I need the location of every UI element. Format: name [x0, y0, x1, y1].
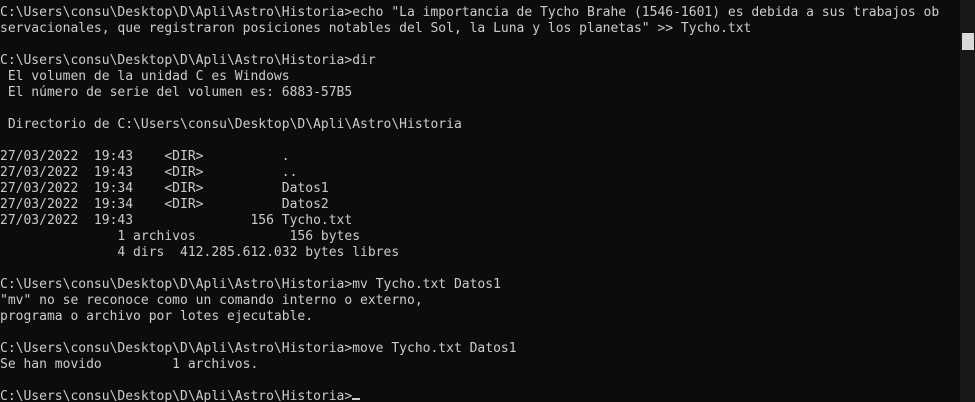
terminal-line: C:\Users\consu\Desktop\D\Apli\Astro\Hist… — [0, 5, 940, 20]
terminal-line: Directorio de C:\Users\consu\Desktop\D\A… — [0, 117, 462, 132]
terminal-line: programa o archivo por lotes ejecutable. — [0, 309, 314, 324]
terminal-line: servacionales, que registraron posicione… — [0, 21, 752, 36]
terminal-line: 27/03/2022 19:43 <DIR> .. — [0, 165, 298, 180]
terminal-line: 27/03/2022 19:34 <DIR> Datos1 — [0, 181, 329, 196]
terminal-line: "mv" no se reconoce como un comando inte… — [0, 293, 423, 308]
terminal-line: El volumen de la unidad C es Windows — [0, 69, 290, 84]
prompt-line[interactable]: C:\Users\consu\Desktop\D\Apli\Astro\Hist… — [0, 389, 960, 402]
vertical-scrollbar[interactable] — [960, 0, 975, 402]
text-cursor — [352, 398, 361, 400]
terminal-line: 1 archivos 156 bytes — [0, 229, 361, 244]
terminal-line: 27/03/2022 19:43 156 Tycho.txt — [0, 213, 353, 228]
scrollbar-thumb[interactable] — [962, 33, 974, 50]
terminal-line: C:\Users\consu\Desktop\D\Apli\Astro\Hist… — [0, 277, 501, 292]
terminal-line: 27/03/2022 19:43 <DIR> . — [0, 149, 290, 164]
prompt-text: C:\Users\consu\Desktop\D\Apli\Astro\Hist… — [0, 389, 353, 402]
terminal-line: Se han movido 1 archivos. — [0, 357, 259, 372]
terminal-line: C:\Users\consu\Desktop\D\Apli\Astro\Hist… — [0, 53, 376, 68]
terminal-output[interactable]: C:\Users\consu\Desktop\D\Apli\Astro\Hist… — [0, 0, 960, 402]
terminal-line: C:\Users\consu\Desktop\D\Apli\Astro\Hist… — [0, 341, 517, 356]
terminal-line: El número de serie del volumen es: 6883-… — [0, 85, 353, 100]
terminal-line: 4 dirs 412.285.612.032 bytes libres — [0, 245, 400, 260]
terminal-line: 27/03/2022 19:34 <DIR> Datos2 — [0, 197, 329, 212]
